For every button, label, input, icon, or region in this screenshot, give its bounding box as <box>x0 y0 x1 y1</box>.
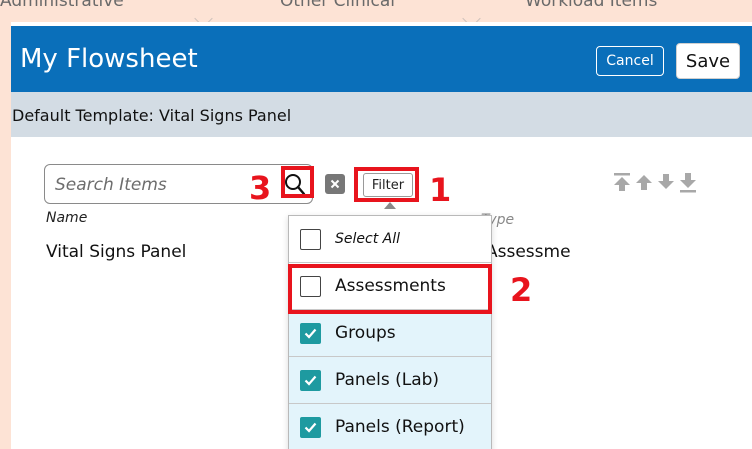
checkmark-icon <box>304 328 317 339</box>
filter-option-select-all[interactable]: Select All <box>289 216 491 263</box>
background-tabs: Administrative Other Clinical Workload I… <box>0 0 752 22</box>
cancel-button[interactable]: Cancel <box>596 46 664 76</box>
highlight-filter-button <box>354 167 419 202</box>
filter-option-label: Select All <box>335 231 400 247</box>
checkbox[interactable] <box>300 228 321 250</box>
move-down-icon[interactable] <box>657 172 675 192</box>
tab-separator <box>194 9 213 22</box>
background-tab-administrative[interactable]: Administrative <box>0 0 124 11</box>
checkmark-icon <box>304 375 317 386</box>
move-to-bottom-icon[interactable] <box>679 172 697 194</box>
filter-option-label: Panels (Lab) <box>335 370 440 390</box>
column-header-name[interactable]: Name <box>46 210 87 226</box>
filter-option-label: Panels (Report) <box>335 417 465 437</box>
save-button[interactable]: Save <box>676 43 740 79</box>
table-row-name[interactable]: Vital Signs Panel <box>46 242 186 262</box>
reorder-controls <box>613 172 697 196</box>
filter-option-groups[interactable]: Groups <box>289 310 491 357</box>
default-template-label: Default Template: Vital Signs Panel <box>12 106 292 125</box>
checkbox-checked[interactable] <box>300 369 321 391</box>
filter-option-label: Groups <box>335 323 396 343</box>
move-to-top-icon[interactable] <box>613 172 631 192</box>
highlight-search-button <box>281 166 314 198</box>
checkmark-icon <box>304 422 317 433</box>
dialog-title: My Flowsheet <box>20 44 198 74</box>
search-input[interactable] <box>53 171 247 199</box>
row-type-text: Assessment <box>486 242 571 262</box>
background-tab-other-clinical[interactable]: Other Clinical <box>280 0 395 11</box>
checkbox-checked[interactable] <box>300 322 321 344</box>
search-box[interactable] <box>44 164 313 204</box>
template-bar: Default Template: Vital Signs Panel <box>11 92 752 137</box>
filter-dropdown: Select All Assessments Groups Panels (La… <box>288 215 492 449</box>
close-icon <box>330 179 340 189</box>
filter-option-panels-lab[interactable]: Panels (Lab) <box>289 357 491 404</box>
annotation-number-2: 2 <box>510 271 533 309</box>
my-flowsheet-dialog: My Flowsheet Cancel Save Default Templat… <box>11 22 752 449</box>
background-tab-workload-items[interactable]: Workload Items <box>525 0 657 11</box>
highlight-assessments-option <box>288 264 492 314</box>
table-row-type: Assessment <box>481 242 571 262</box>
move-up-icon[interactable] <box>635 172 653 192</box>
tab-separator <box>462 9 481 22</box>
checkbox-checked[interactable] <box>300 416 321 438</box>
dialog-header: My Flowsheet Cancel Save <box>11 26 752 92</box>
clear-search-button[interactable] <box>325 174 345 194</box>
filter-option-panels-report[interactable]: Panels (Report) <box>289 404 491 449</box>
annotation-number-1: 1 <box>429 171 452 209</box>
filter-caret-icon <box>384 202 396 209</box>
annotation-number-3: 3 <box>249 169 272 207</box>
